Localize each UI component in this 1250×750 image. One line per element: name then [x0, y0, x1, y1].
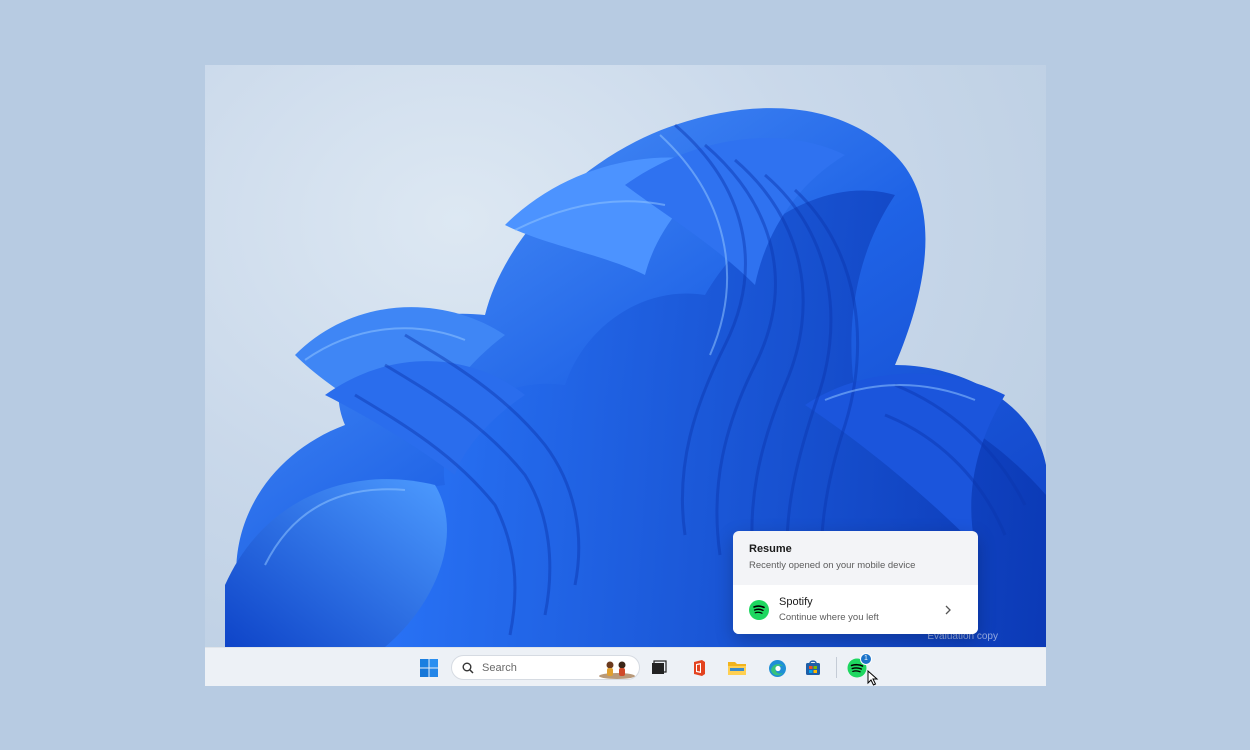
chevron-right-icon: [945, 605, 951, 614]
spotify-taskbar-button[interactable]: 1: [845, 653, 872, 680]
taskbar: Search 1: [205, 647, 1046, 686]
resume-item-name: Spotify: [779, 596, 813, 608]
taskbar-separator: [836, 657, 837, 678]
edge-icon: [768, 659, 786, 677]
folder-icon: [728, 662, 746, 675]
task-view-icon: [652, 660, 667, 674]
mouse-pointer-icon: [867, 670, 879, 686]
edge-button[interactable]: [765, 656, 789, 680]
office-button[interactable]: [687, 656, 711, 680]
search-placeholder: Search: [482, 661, 517, 674]
task-view-button[interactable]: [647, 656, 671, 680]
file-explorer-button[interactable]: [725, 656, 749, 680]
resume-title: Resume: [749, 543, 792, 555]
windows-logo-icon: [420, 659, 438, 677]
people-icon: [599, 661, 635, 679]
desktop-screen: Evaluation copy Resume Recently opened o…: [205, 65, 1046, 686]
office-icon: [694, 660, 705, 676]
resume-item-description: Continue where you left: [779, 612, 879, 623]
search-icon: [462, 662, 474, 674]
store-button[interactable]: [801, 656, 825, 680]
spotify-icon: [749, 599, 769, 620]
taskbar-search-box[interactable]: Search: [451, 655, 640, 680]
resume-header: Resume Recently opened on your mobile de…: [733, 531, 978, 587]
store-icon: [806, 660, 820, 675]
notification-badge: 1: [860, 653, 872, 665]
start-button[interactable]: [417, 656, 441, 680]
resume-spotify-item[interactable]: Spotify Continue where you left: [733, 585, 978, 634]
resume-item-text: Spotify Continue where you left: [779, 596, 942, 623]
resume-flyout: Resume Recently opened on your mobile de…: [733, 531, 978, 634]
resume-subtitle: Recently opened on your mobile device: [749, 560, 916, 571]
